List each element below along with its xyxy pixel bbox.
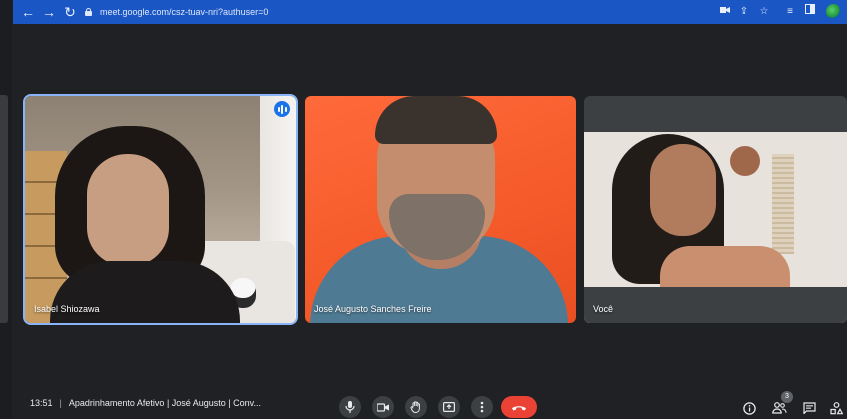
lock-icon [85, 8, 92, 16]
camera-indicator-icon[interactable] [719, 4, 731, 20]
participant-face [87, 154, 169, 266]
microphone-button[interactable] [339, 396, 361, 418]
adjacent-tile-sliver [0, 95, 8, 323]
camera-button[interactable] [372, 396, 394, 418]
participant-tile-2[interactable]: José Augusto Sanches Freire [305, 96, 576, 323]
forward-icon[interactable]: → [40, 2, 58, 22]
meeting-info-button[interactable] [741, 400, 757, 416]
microphone-icon [345, 401, 355, 413]
activities-button[interactable] [828, 400, 844, 416]
meeting-control-bar: 13:51 | Apadrinhamento Afetivo | José Augu… [13, 390, 847, 419]
background-macrame [772, 154, 794, 254]
more-options-icon [480, 401, 484, 413]
participant-name: José Augusto Sanches Freire [314, 304, 432, 314]
chat-icon [802, 402, 816, 414]
meeting-details: 13:51 | Apadrinhamento Afetivo | José Augu… [30, 398, 261, 408]
side-panel-icon[interactable] [804, 4, 816, 20]
camera-icon [377, 402, 389, 412]
address-bar[interactable]: meet.google.com/csz-tuav-nri?authuser=0 [85, 3, 725, 21]
raise-hand-icon [410, 401, 420, 413]
participant-face [650, 144, 716, 236]
separator: | [59, 398, 62, 408]
activities-icon [829, 401, 843, 414]
participant-name: Você [593, 304, 614, 314]
meeting-title: Apadrinhamento Afetivo | José Augusto | … [68, 398, 261, 408]
back-icon[interactable]: ← [19, 2, 37, 22]
info-icon [742, 401, 756, 415]
raise-hand-button[interactable] [405, 396, 427, 418]
present-screen-button[interactable] [438, 396, 460, 418]
speaking-indicator-icon [274, 101, 290, 117]
participant-hair [375, 96, 497, 144]
participant-tile-1[interactable]: Isabel Shiozawa [25, 96, 296, 323]
meeting-time: 13:51 [30, 398, 53, 408]
hang-up-icon [512, 406, 526, 411]
share-icon[interactable]: ⇪ [738, 4, 750, 20]
people-icon [771, 402, 787, 414]
browser-toolbar: ← → ↻ meet.google.com/csz-tuav-nri?authu… [13, 0, 847, 24]
video-letterbox [584, 287, 847, 323]
leave-call-button[interactable] [501, 396, 537, 418]
media-control-icon[interactable]: ≡ [783, 4, 797, 20]
profile-avatar-icon[interactable] [826, 4, 841, 19]
more-options-button[interactable] [471, 396, 493, 418]
background-wall-decoration [730, 146, 760, 176]
url-text: meet.google.com/csz-tuav-nri?authuser=0 [100, 7, 269, 17]
browser-window: ← → ↻ meet.google.com/csz-tuav-nri?authu… [13, 0, 847, 419]
adjacent-window-edge [0, 0, 12, 419]
present-screen-icon [443, 402, 455, 412]
bookmark-star-icon[interactable]: ☆ [758, 4, 770, 20]
participant-name: Isabel Shiozawa [34, 304, 100, 314]
chat-button[interactable] [801, 400, 817, 416]
reload-icon[interactable]: ↻ [61, 2, 79, 22]
participant-body [660, 246, 790, 287]
participant-tile-self[interactable]: Você [584, 96, 847, 323]
people-count-badge: 3 [781, 391, 793, 403]
